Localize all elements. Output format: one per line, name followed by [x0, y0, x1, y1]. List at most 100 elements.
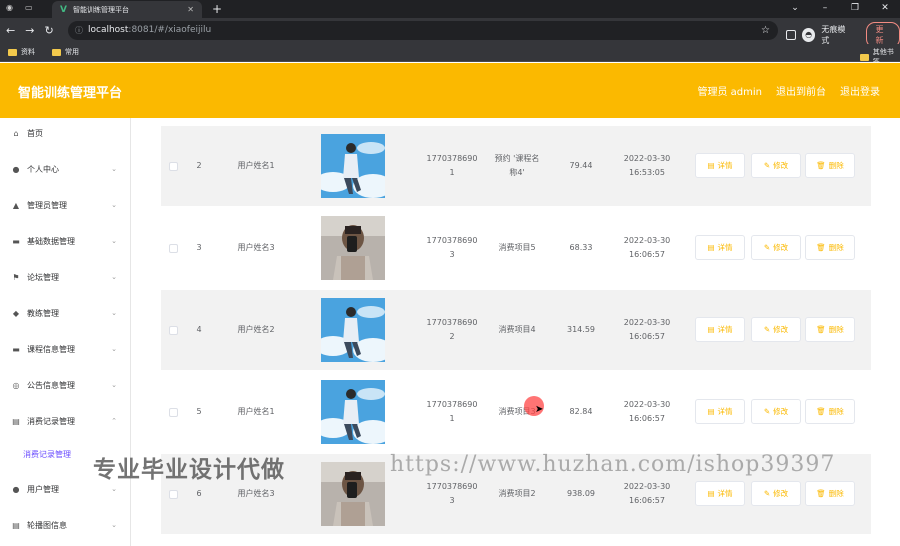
- detail-button[interactable]: ▤ 详情: [695, 153, 745, 178]
- row-checkbox[interactable]: [169, 408, 178, 417]
- sidebar-item-coach[interactable]: ◆ 教练管理 ⌄: [0, 303, 131, 323]
- row-index: 4: [196, 325, 202, 334]
- close-icon[interactable]: ✕: [870, 0, 900, 16]
- sidebar-item-label: 消费记录管理: [27, 416, 75, 426]
- browser-toolbar: ← → ↻ ⓘ localhost:8081/#/xiaofeijilu ☆ ◓…: [0, 18, 900, 48]
- edit-button[interactable]: ✎ 修改: [751, 399, 801, 424]
- user-photo: [321, 298, 385, 362]
- trash-icon: 🗑: [816, 243, 826, 252]
- address-bar[interactable]: ⓘ localhost:8081/#/xiaofeijilu ☆: [68, 21, 778, 40]
- logout-link[interactable]: 退出登录: [840, 83, 880, 98]
- info-icon[interactable]: ⓘ: [75, 21, 83, 40]
- sidebar-item-records[interactable]: ▤ 消费记录管理 ⌃: [0, 411, 131, 431]
- row-checkbox[interactable]: [169, 162, 178, 171]
- row-index: 5: [196, 407, 202, 416]
- tab-strip-icons: ◉ ▭: [6, 3, 33, 12]
- user-photo: [321, 462, 385, 526]
- delete-button[interactable]: 🗑 删除: [805, 481, 855, 506]
- table-row[interactable]: 4 用户姓名2 17703786902 消费项目4 314.59 2022-03-30 1…: [161, 290, 871, 370]
- sidebar-item-profile[interactable]: ● 个人中心 ⌄: [0, 159, 131, 179]
- user-photo-sky: [321, 298, 385, 362]
- delete-button[interactable]: 🗑 删除: [805, 153, 855, 178]
- profile-icon[interactable]: ◉: [6, 3, 13, 12]
- sidebar-item-home[interactable]: ⌂ 首页: [0, 123, 131, 143]
- chevron-down-icon[interactable]: ⌄: [780, 0, 810, 16]
- delete-button[interactable]: 🗑 删除: [805, 317, 855, 342]
- reload-icon[interactable]: ↻: [44, 24, 53, 37]
- watermark-left: 专业毕业设计代做: [93, 457, 285, 483]
- delete-button[interactable]: 🗑 删除: [805, 399, 855, 424]
- row-index: 2: [196, 161, 202, 170]
- edit-button[interactable]: ✎ 修改: [751, 481, 801, 506]
- sidebar-item-course[interactable]: ▬ 课程信息管理 ⌄: [0, 339, 131, 359]
- trash-icon: 🗑: [816, 489, 826, 498]
- detail-label: 详情: [717, 489, 733, 498]
- trash-icon: 🗑: [816, 325, 826, 334]
- folder-icon: [860, 53, 869, 61]
- document-icon: ▤: [707, 407, 715, 416]
- course-icon: ▬: [12, 344, 20, 354]
- sidebar-item-label: 论坛管理: [27, 272, 59, 282]
- delete-label: 删除: [828, 325, 844, 334]
- phone-cell: 17703786902: [426, 318, 478, 341]
- admin-user-label: 管理员 admin: [697, 87, 762, 98]
- forward-icon[interactable]: →: [25, 24, 34, 37]
- project-cell: 消费项目5: [498, 243, 536, 252]
- user-name-cell: 用户姓名3: [237, 243, 275, 252]
- chevron-down-icon: ⌄: [111, 165, 117, 173]
- back-to-front-link[interactable]: 退出到前台: [776, 83, 826, 98]
- sidebar-item-basedata[interactable]: ▬ 基础数据管理 ⌄: [0, 231, 131, 251]
- user-photo: [321, 216, 385, 280]
- back-icon[interactable]: ←: [6, 24, 15, 37]
- edit-button[interactable]: ✎ 修改: [751, 235, 801, 260]
- sidebar-item-admin[interactable]: ▲ 管理员管理 ⌄: [0, 195, 131, 215]
- table-row[interactable]: 2 用户姓名1 17703786901 预约 '课程名称4' 79.44 2022-03-…: [161, 126, 871, 206]
- delete-label: 删除: [828, 161, 844, 170]
- detail-button[interactable]: ▤ 详情: [695, 317, 745, 342]
- chevron-up-icon: ⌃: [111, 417, 117, 425]
- bookmark-label: 资料: [21, 48, 35, 56]
- tab-close-icon[interactable]: ✕: [187, 5, 194, 14]
- row-checkbox[interactable]: [169, 326, 178, 335]
- detail-button[interactable]: ▤ 详情: [695, 481, 745, 506]
- bookmark-star-icon[interactable]: ☆: [761, 21, 770, 40]
- minimize-icon[interactable]: –: [810, 0, 840, 16]
- sidebar-item-label: 课程信息管理: [27, 344, 75, 354]
- new-tab-icon[interactable]: +: [212, 2, 222, 16]
- time-cell: 2022-03-30 16:53:05: [623, 154, 671, 177]
- record-icon: ▤: [12, 416, 20, 426]
- sidebar-item-carousel[interactable]: ▤ 轮播图信息 ⌄: [0, 515, 131, 535]
- project-cell: 消费项目4: [498, 325, 536, 334]
- sidebar-item-forum[interactable]: ⚑ 论坛管理 ⌄: [0, 267, 131, 287]
- detail-button[interactable]: ▤ 详情: [695, 235, 745, 260]
- restore-icon[interactable]: ❐: [840, 0, 870, 16]
- table-row[interactable]: 5 用户姓名1 17703786901 消费项目3 82.84 2022-03-30 16…: [161, 372, 871, 452]
- browser-tab-active[interactable]: V 智能训练管理平台 ✕: [52, 1, 202, 18]
- incognito-icon: ◓: [801, 28, 816, 42]
- tab-title: 智能训练管理平台: [72, 5, 129, 14]
- tab-search-icon[interactable]: ▭: [25, 3, 33, 12]
- detail-button[interactable]: ▤ 详情: [695, 399, 745, 424]
- data-icon: ▬: [12, 236, 20, 246]
- sidepanel-icon[interactable]: [786, 30, 796, 40]
- vue-favicon-icon: V: [60, 4, 67, 15]
- table-row[interactable]: 3 用户姓名3 17703786903 消费项目5 68.33 2022-03-30 16…: [161, 208, 871, 288]
- delete-button[interactable]: 🗑 删除: [805, 235, 855, 260]
- users-icon: ●: [12, 484, 20, 494]
- delete-label: 删除: [828, 407, 844, 416]
- phone-cell: 17703786901: [426, 400, 478, 423]
- user-icon: ●: [12, 164, 20, 174]
- sidebar-item-notice[interactable]: ◎ 公告信息管理 ⌄: [0, 375, 131, 395]
- chevron-down-icon: ⌄: [111, 237, 117, 245]
- row-checkbox[interactable]: [169, 490, 178, 499]
- bookmark-folder-changyong[interactable]: 常用: [52, 47, 79, 57]
- edit-button[interactable]: ✎ 修改: [751, 317, 801, 342]
- time-cell: 2022-03-30 16:06:57: [623, 318, 671, 341]
- sidebar-subitem-label: 消费记录管理: [23, 449, 71, 459]
- edit-button[interactable]: ✎ 修改: [751, 153, 801, 178]
- trash-icon: 🗑: [816, 161, 826, 170]
- edit-icon: ✎: [763, 161, 771, 170]
- row-checkbox[interactable]: [169, 244, 178, 253]
- bookmark-folder-ziliao[interactable]: 资料: [8, 47, 35, 57]
- home-icon: ⌂: [13, 128, 19, 138]
